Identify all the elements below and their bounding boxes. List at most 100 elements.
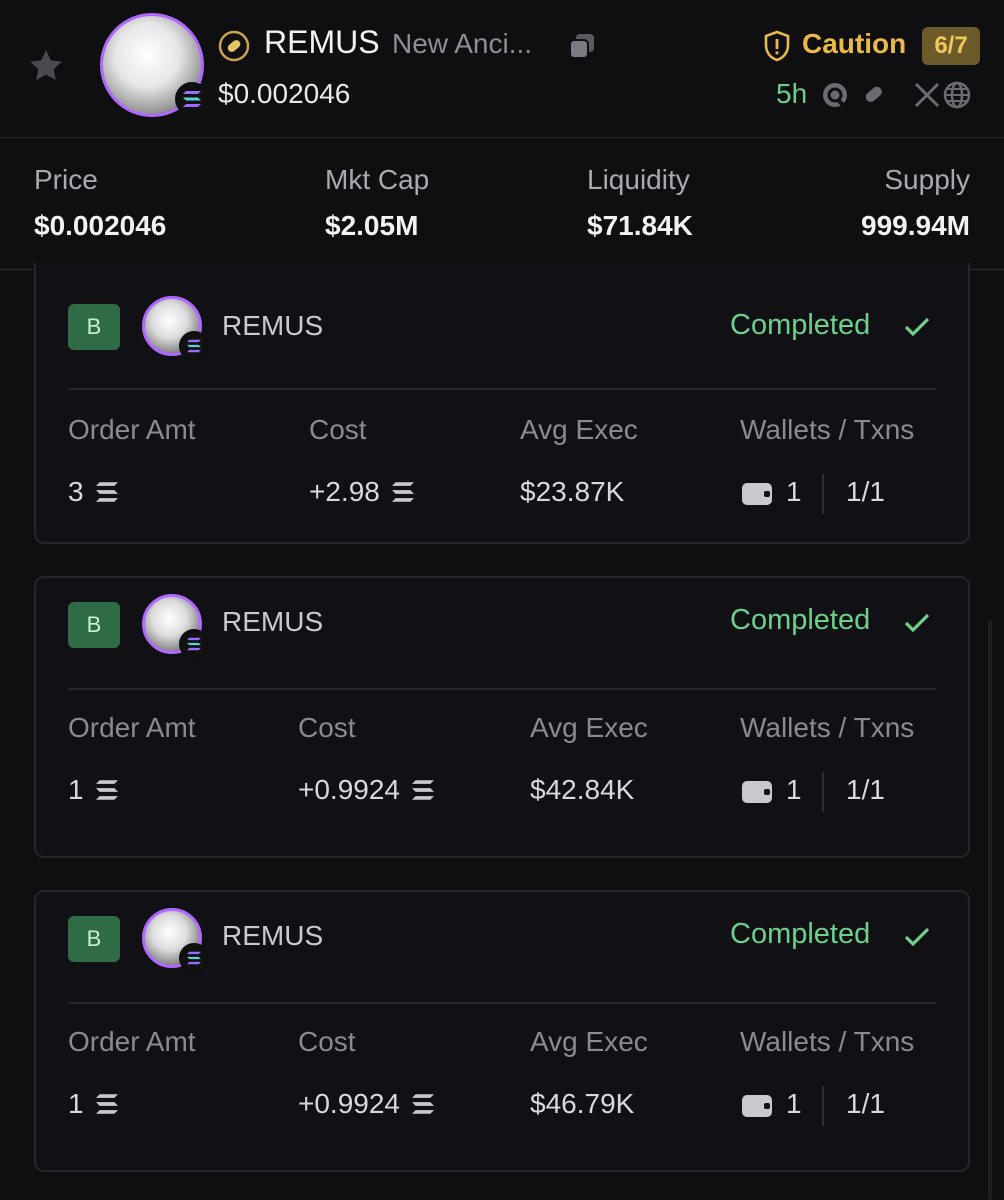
col-cost: Cost bbox=[309, 414, 367, 445]
star-icon[interactable] bbox=[26, 46, 66, 86]
order-card[interactable]: B REMUS Completed Order Amt Cost Avg Exe… bbox=[34, 576, 970, 858]
col-order-amt: Order Amt bbox=[68, 414, 196, 445]
token-avatar bbox=[142, 594, 209, 659]
stat-label: Price bbox=[34, 164, 98, 195]
wallet-icon bbox=[742, 483, 772, 505]
stat-price: Price $0.002046 bbox=[34, 164, 166, 242]
cost: +2.98 bbox=[309, 476, 380, 507]
token-avatar bbox=[142, 908, 209, 973]
tag-icon[interactable] bbox=[858, 80, 888, 110]
stat-value: $71.84K bbox=[587, 210, 693, 241]
avg-exec-value: $46.79K bbox=[530, 1088, 635, 1119]
order-token: REMUS bbox=[222, 920, 324, 951]
solana-icon bbox=[412, 780, 434, 800]
order-amt: 1 bbox=[68, 1088, 84, 1119]
solana-icon bbox=[391, 482, 414, 502]
solana-icon bbox=[95, 1094, 118, 1114]
stat-value: $2.05M bbox=[325, 210, 419, 241]
check-icon bbox=[904, 317, 930, 337]
col-cost: Cost bbox=[298, 1026, 356, 1057]
col-avg-exec: Avg Exec bbox=[520, 414, 638, 445]
txns-count: 1/1 bbox=[846, 476, 885, 507]
solana-icon bbox=[412, 1094, 434, 1114]
cost-value: +0.9924 bbox=[298, 774, 436, 806]
stat-label: Liquidity bbox=[587, 164, 690, 195]
order-amt: 3 bbox=[68, 476, 84, 507]
wallet-icon bbox=[742, 781, 772, 803]
order-status: Completed bbox=[730, 604, 871, 636]
stat-supply: Supply 999.94M bbox=[861, 164, 970, 242]
check-icon bbox=[904, 927, 930, 947]
col-avg-exec: Avg Exec bbox=[530, 1026, 648, 1057]
separator bbox=[822, 474, 824, 514]
order-status: Completed bbox=[730, 918, 871, 950]
wallet-icon bbox=[742, 1095, 772, 1117]
order-amt-value: 1 bbox=[68, 774, 120, 806]
solana-icon bbox=[179, 629, 209, 659]
solana-icon bbox=[175, 82, 209, 116]
globe-icon[interactable] bbox=[942, 80, 972, 110]
token-avatar bbox=[142, 296, 209, 361]
col-wallets-txns: Wallets / Txns bbox=[740, 414, 915, 445]
solana-icon bbox=[179, 331, 209, 361]
risk-score-badge[interactable]: 6/7 bbox=[922, 27, 980, 65]
buy-badge: B bbox=[68, 602, 120, 648]
txns-count: 1/1 bbox=[846, 774, 885, 805]
order-amt: 1 bbox=[68, 774, 84, 805]
order-amt-value: 1 bbox=[68, 1088, 120, 1120]
order-card[interactable]: B REMUS Completed Order Amt Cost Avg Exe… bbox=[34, 890, 970, 1172]
order-status: Completed bbox=[730, 309, 871, 341]
copy-icon[interactable] bbox=[566, 30, 598, 62]
search-icon[interactable] bbox=[820, 80, 850, 110]
order-token: REMUS bbox=[222, 606, 324, 637]
token-full-name: New Anci... bbox=[392, 28, 533, 59]
stat-mkt-cap: Mkt Cap $2.05M bbox=[325, 164, 429, 242]
risk-label[interactable]: Caution bbox=[802, 28, 906, 60]
card-divider bbox=[68, 688, 936, 690]
stat-value: 999.94M bbox=[861, 210, 970, 241]
scrollbar[interactable] bbox=[988, 620, 992, 1200]
token-age: 5h bbox=[776, 78, 808, 109]
solana-icon bbox=[95, 482, 118, 502]
header-price: $0.002046 bbox=[218, 78, 351, 109]
cost-value: +2.98 bbox=[309, 476, 416, 508]
cost: +0.9924 bbox=[298, 1088, 400, 1119]
stat-liquidity: Liquidity $71.84K bbox=[587, 164, 693, 242]
stat-value: $0.002046 bbox=[34, 210, 167, 241]
avg-exec-value: $42.84K bbox=[530, 774, 635, 805]
col-cost: Cost bbox=[298, 712, 356, 743]
buy-badge: B bbox=[68, 916, 120, 962]
stat-label: Supply bbox=[884, 164, 970, 195]
wallets-count: 1 bbox=[786, 774, 802, 805]
pill-icon bbox=[218, 30, 250, 62]
order-amt-value: 3 bbox=[68, 476, 120, 508]
token-stats: Price $0.002046 Mkt Cap $2.05M Liquidity… bbox=[0, 138, 1004, 270]
solana-icon bbox=[95, 780, 118, 800]
col-wallets-txns: Wallets / Txns bbox=[740, 1026, 915, 1057]
card-divider bbox=[68, 1002, 936, 1004]
order-card[interactable]: B REMUS Completed Order Amt Cost Avg Exe… bbox=[34, 262, 970, 544]
col-avg-exec: Avg Exec bbox=[530, 712, 648, 743]
token-header: REMUS New Anci... $0.002046 Caution 6/7 … bbox=[0, 0, 1004, 138]
x-icon[interactable] bbox=[912, 80, 942, 110]
txns-count: 1/1 bbox=[846, 1088, 885, 1119]
order-token: REMUS bbox=[222, 310, 324, 341]
avg-exec-value: $23.87K bbox=[520, 476, 625, 507]
col-wallets-txns: Wallets / Txns bbox=[740, 712, 915, 743]
card-divider bbox=[68, 388, 936, 390]
check-icon bbox=[904, 613, 930, 633]
solana-icon bbox=[179, 943, 209, 973]
buy-badge: B bbox=[68, 304, 120, 350]
wallets-count: 1 bbox=[786, 1088, 802, 1119]
stat-label: Mkt Cap bbox=[325, 164, 430, 195]
wallets-count: 1 bbox=[786, 476, 802, 507]
col-order-amt: Order Amt bbox=[68, 1026, 196, 1057]
token-avatar bbox=[100, 13, 209, 117]
separator bbox=[822, 772, 824, 812]
separator bbox=[822, 1086, 824, 1126]
col-order-amt: Order Amt bbox=[68, 712, 196, 743]
token-symbol: REMUS bbox=[264, 24, 380, 60]
shield-icon bbox=[764, 30, 790, 62]
cost: +0.9924 bbox=[298, 774, 400, 805]
cost-value: +0.9924 bbox=[298, 1088, 436, 1120]
